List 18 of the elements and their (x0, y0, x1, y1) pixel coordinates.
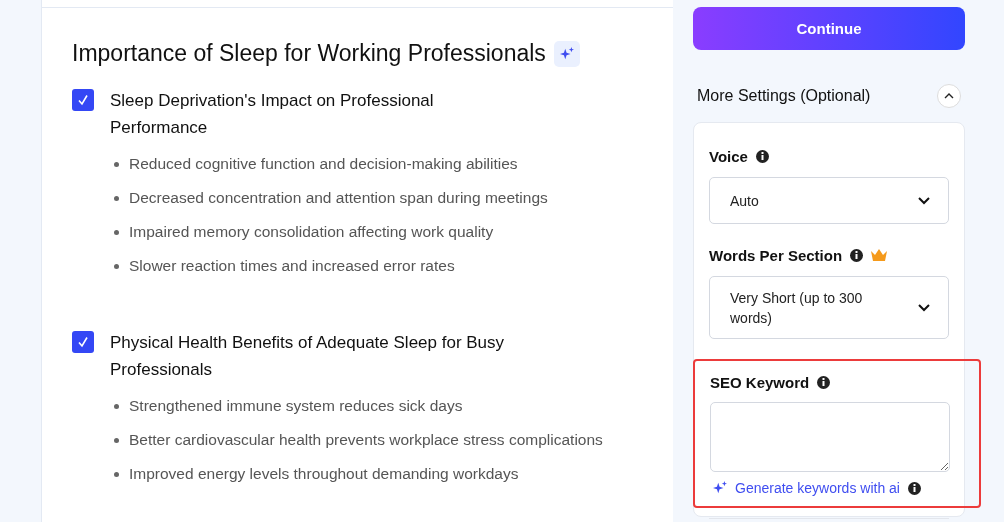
field-label: Voice (709, 147, 748, 165)
generate-keywords-link[interactable]: Generate keywords with ai (735, 480, 900, 496)
bullet-point: Reduced cognitive function and decision-making abilities (129, 155, 518, 173)
bullet-point: Slower reaction times and increased error rates (129, 257, 455, 275)
field-label: SEO Keyword (710, 373, 810, 391)
article-title: Importance of Sleep for Working Professionals (72, 40, 546, 67)
settings-title: More Settings (Optional) (697, 87, 871, 105)
bullet-point: Strengthened immune system reduces sick days (129, 397, 463, 415)
bullet-point: Decreased concentration and attention span during meetings (129, 189, 548, 207)
field-label: Words Per Section (709, 246, 843, 264)
section-heading: Physical Health Benefits of Adequate Sleep for Busy Professionals (110, 332, 506, 381)
section-heading: Sleep Deprivation's Impact on Professional Performance (110, 90, 435, 139)
bullet-point: Impaired memory consolidation affecting work quality (129, 223, 494, 241)
continue-button[interactable]: Continue (693, 7, 965, 50)
bullet-point: Better cardiovascular health prevents workplace stress complications (129, 431, 603, 449)
voice-select[interactable]: Auto (709, 177, 949, 224)
words-select[interactable]: Very Short (up to 300 words) (709, 276, 949, 339)
bullet-point: Improved energy levels throughout demanding workdays (129, 465, 519, 483)
